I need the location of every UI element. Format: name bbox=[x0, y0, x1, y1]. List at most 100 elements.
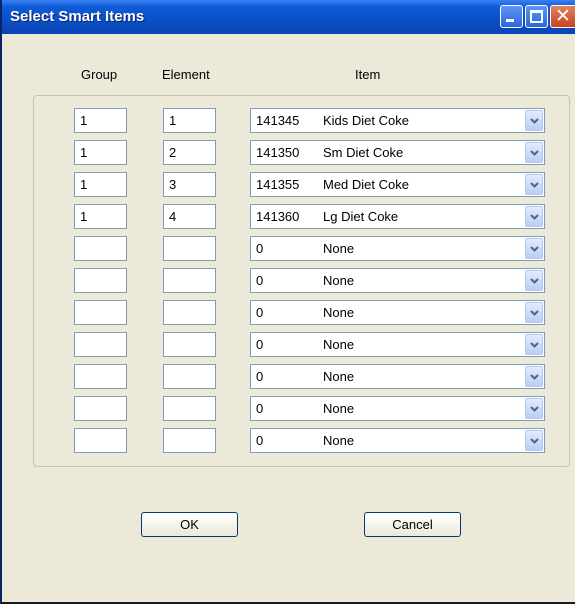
item-row: 0 None bbox=[2, 300, 575, 325]
group-field[interactable] bbox=[74, 300, 127, 325]
item-code: 141360 bbox=[256, 209, 300, 224]
item-dropdown[interactable]: 0 None bbox=[250, 332, 545, 357]
item-name: None bbox=[323, 401, 355, 416]
item-name: Med Diet Coke bbox=[323, 177, 409, 192]
element-column-header: Element bbox=[162, 67, 210, 82]
item-code: 0 bbox=[256, 369, 264, 384]
ok-button[interactable]: OK bbox=[141, 512, 238, 537]
item-row: 1 1 141345 Kids Diet Coke bbox=[2, 108, 575, 133]
element-field[interactable] bbox=[163, 268, 216, 293]
title-bar[interactable]: Select Smart Items ✕ bbox=[2, 0, 575, 34]
item-dropdown[interactable]: 0 None bbox=[250, 428, 545, 453]
item-dropdown[interactable]: 0 None bbox=[250, 300, 545, 325]
element-field[interactable] bbox=[163, 364, 216, 389]
element-field[interactable] bbox=[163, 396, 216, 421]
item-code: 141350 bbox=[256, 145, 300, 160]
element-field[interactable] bbox=[163, 236, 216, 261]
item-code: 0 bbox=[256, 337, 264, 352]
dropdown-button[interactable] bbox=[525, 142, 543, 163]
group-field[interactable]: 1 bbox=[74, 140, 127, 165]
item-name: None bbox=[323, 337, 355, 352]
item-row: 1 4 141360 Lg Diet Coke bbox=[2, 204, 575, 229]
item-code: 141345 bbox=[256, 113, 300, 128]
group-field[interactable]: 1 bbox=[74, 204, 127, 229]
element-field[interactable]: 1 bbox=[163, 108, 216, 133]
item-column-header: Item bbox=[355, 67, 381, 82]
item-name: Lg Diet Coke bbox=[323, 209, 399, 224]
group-field[interactable] bbox=[74, 396, 127, 421]
dropdown-button[interactable] bbox=[525, 334, 543, 355]
item-name: None bbox=[323, 369, 355, 384]
group-field[interactable] bbox=[74, 428, 127, 453]
group-field[interactable] bbox=[74, 364, 127, 389]
close-icon: ✕ bbox=[555, 5, 571, 27]
item-code: 0 bbox=[256, 433, 264, 448]
chevron-down-icon bbox=[530, 374, 539, 380]
item-code: 0 bbox=[256, 241, 264, 256]
item-dropdown[interactable]: 141360 Lg Diet Coke bbox=[250, 204, 545, 229]
dropdown-button[interactable] bbox=[525, 430, 543, 451]
item-dropdown[interactable]: 0 None bbox=[250, 268, 545, 293]
item-row: 0 None bbox=[2, 236, 575, 261]
maximize-button[interactable] bbox=[525, 5, 548, 28]
element-field[interactable] bbox=[163, 428, 216, 453]
item-row: 0 None bbox=[2, 268, 575, 293]
group-column-header: Group bbox=[81, 67, 118, 82]
item-name: None bbox=[323, 433, 355, 448]
item-code: 0 bbox=[256, 401, 264, 416]
maximize-icon bbox=[530, 10, 543, 23]
cancel-button[interactable]: Cancel bbox=[364, 512, 461, 537]
chevron-down-icon bbox=[530, 278, 539, 284]
chevron-down-icon bbox=[530, 182, 539, 188]
item-dropdown[interactable]: 0 None bbox=[250, 364, 545, 389]
item-code: 0 bbox=[256, 305, 264, 320]
element-field[interactable]: 4 bbox=[163, 204, 216, 229]
dropdown-button[interactable] bbox=[525, 238, 543, 259]
group-field[interactable] bbox=[74, 236, 127, 261]
close-button[interactable]: ✕ bbox=[550, 5, 575, 28]
dropdown-button[interactable] bbox=[525, 110, 543, 131]
item-dropdown[interactable]: 0 None bbox=[250, 236, 545, 261]
window-title: Select Smart Items bbox=[10, 8, 145, 25]
dropdown-button[interactable] bbox=[525, 398, 543, 419]
element-field[interactable]: 2 bbox=[163, 140, 216, 165]
group-field[interactable]: 1 bbox=[74, 172, 127, 197]
item-row: 1 3 141355 Med Diet Coke bbox=[2, 172, 575, 197]
select-smart-items-dialog: Select Smart Items ✕ Group Element Item … bbox=[0, 0, 575, 604]
item-name: None bbox=[323, 273, 355, 288]
element-field[interactable]: 3 bbox=[163, 172, 216, 197]
group-field[interactable] bbox=[74, 332, 127, 357]
chevron-down-icon bbox=[530, 438, 539, 444]
item-name: Sm Diet Coke bbox=[323, 145, 404, 160]
chevron-down-icon bbox=[530, 118, 539, 124]
chevron-down-icon bbox=[530, 310, 539, 316]
item-row: 0 None bbox=[2, 396, 575, 421]
minimize-icon bbox=[506, 19, 514, 22]
item-row: 0 None bbox=[2, 364, 575, 389]
item-dropdown[interactable]: 141345 Kids Diet Coke bbox=[250, 108, 545, 133]
dropdown-button[interactable] bbox=[525, 174, 543, 195]
item-dropdown[interactable]: 141350 Sm Diet Coke bbox=[250, 140, 545, 165]
item-row: 0 None bbox=[2, 332, 575, 357]
dropdown-button[interactable] bbox=[525, 270, 543, 291]
item-code: 141355 bbox=[256, 177, 300, 192]
dropdown-button[interactable] bbox=[525, 206, 543, 227]
group-field[interactable]: 1 bbox=[74, 108, 127, 133]
minimize-button[interactable] bbox=[500, 5, 523, 28]
chevron-down-icon bbox=[530, 406, 539, 412]
group-field[interactable] bbox=[74, 268, 127, 293]
item-row: 1 2 141350 Sm Diet Coke bbox=[2, 140, 575, 165]
item-name: None bbox=[323, 241, 355, 256]
chevron-down-icon bbox=[530, 342, 539, 348]
chevron-down-icon bbox=[530, 246, 539, 252]
item-dropdown[interactable]: 0 None bbox=[250, 396, 545, 421]
chevron-down-icon bbox=[530, 150, 539, 156]
dropdown-button[interactable] bbox=[525, 366, 543, 387]
dropdown-button[interactable] bbox=[525, 302, 543, 323]
item-dropdown[interactable]: 141355 Med Diet Coke bbox=[250, 172, 545, 197]
chevron-down-icon bbox=[530, 214, 539, 220]
element-field[interactable] bbox=[163, 300, 216, 325]
item-name: None bbox=[323, 305, 355, 320]
item-name: Kids Diet Coke bbox=[323, 113, 409, 128]
element-field[interactable] bbox=[163, 332, 216, 357]
